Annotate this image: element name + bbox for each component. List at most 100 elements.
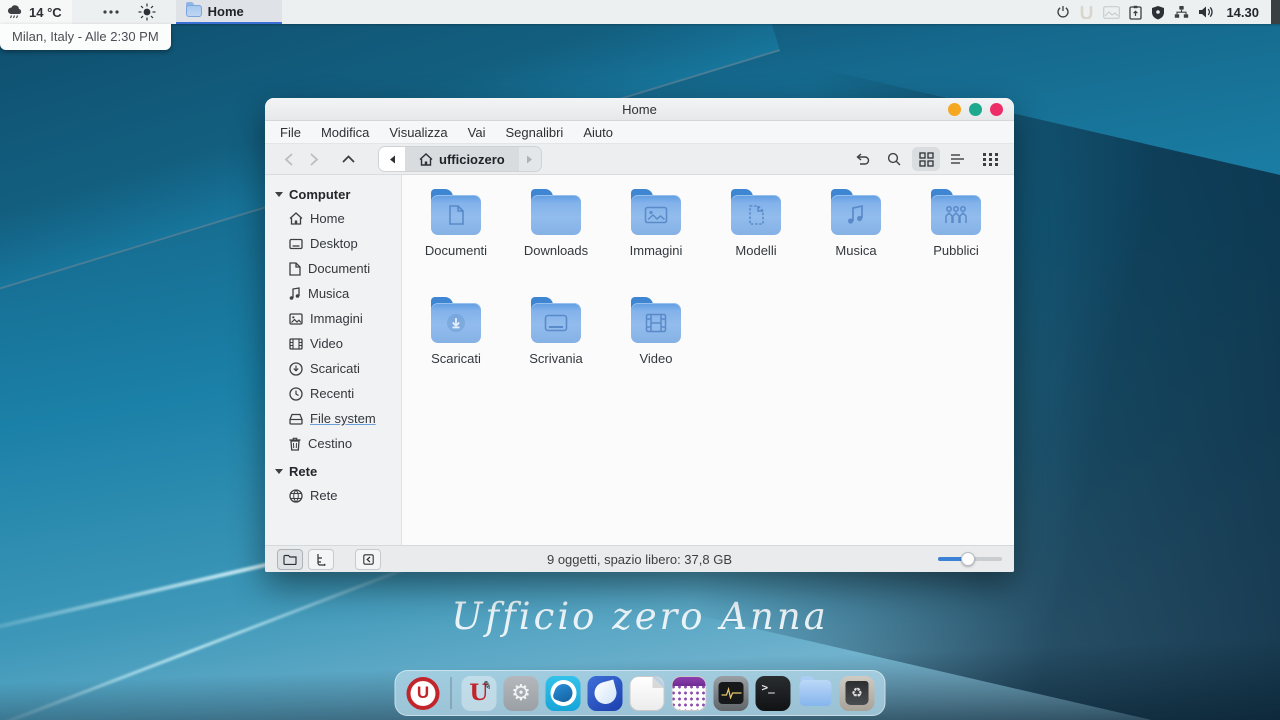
close-button[interactable] [990,103,1003,116]
top-panel: 14 °C Home 14.30 [0,0,1280,24]
menu-vai[interactable]: Vai [459,123,495,142]
back-button[interactable] [275,147,301,171]
menu-visualizza[interactable]: Visualizza [380,123,456,142]
breadcrumb-location-button[interactable]: ufficiozero [405,147,519,171]
terminal-prompt-icon: >_ [762,681,775,694]
menu-file[interactable]: File [271,123,310,142]
dock-mail[interactable] [588,676,623,711]
show-desktop-edge[interactable] [1271,0,1280,24]
dock-file-manager[interactable] [798,676,833,711]
compact-view-icon[interactable] [976,147,1004,171]
dock-calendar[interactable] [672,676,707,711]
people-glyph [943,205,969,225]
weather-tooltip: Milan, Italy - Alle 2:30 PM [0,24,171,50]
maximize-button[interactable] [969,103,982,116]
folder-icon [831,195,881,235]
icon-view-icon[interactable] [912,147,940,171]
system-tray: 14.30 [1056,5,1267,20]
dock-trash[interactable]: ♻ [840,676,875,711]
ufficiozero-tray-icon[interactable] [1079,5,1094,19]
folder-icon [631,303,681,343]
folder-view[interactable]: Documenti Downloads Immagini Modelli [402,175,1014,545]
menu-segnalibri[interactable]: Segnalibri [497,123,573,142]
zoom-slider[interactable] [938,557,1002,561]
reload-icon[interactable] [848,147,876,171]
network-icon[interactable] [1174,5,1189,19]
video-icon [289,338,303,350]
sidebar-section-rete[interactable]: Rete [265,460,401,483]
clipboard-icon[interactable] [1129,5,1142,20]
sidebar-item-scaricati[interactable]: Scaricati [265,356,401,381]
window-title: Home [265,102,1014,117]
folder-icon [531,303,581,343]
home-icon [289,212,303,225]
desktop-icon [289,238,303,250]
home-icon [419,153,433,166]
dock-ufficiozero-launcher[interactable]: U [406,676,441,711]
dock-browser[interactable] [546,676,581,711]
recycle-icon: ♻ [846,681,869,705]
film-glyph [645,313,667,333]
shield-icon[interactable] [1151,5,1165,20]
breadcrumb-scroll-right-button[interactable] [519,147,541,171]
dock-notes[interactable] [630,676,665,711]
zoom-slider-thumb[interactable] [961,552,975,566]
dock-system-monitor[interactable] [714,676,749,711]
sidebar-item-video[interactable]: Video [265,331,401,356]
sidebar-item-home[interactable]: Home [265,206,401,231]
folder-item-modelli[interactable]: Modelli [706,185,806,289]
folder-item-immagini[interactable]: Immagini [606,185,706,289]
brightness-icon[interactable] [134,0,160,24]
sidebar-item-rete[interactable]: Rete [265,483,401,508]
zoom-slider-fill [938,557,964,561]
drive-icon [289,413,303,425]
sidebar-item-recenti[interactable]: Recenti [265,381,401,406]
sidebar-item-desktop[interactable]: Desktop [265,231,401,256]
sidebar-item-musica[interactable]: Musica [265,281,401,306]
window-controls [948,103,1003,116]
volume-icon[interactable] [1198,5,1215,19]
list-view-icon[interactable] [944,147,972,171]
sidebar-item-immagini[interactable]: Immagini [265,306,401,331]
places-sidebar: Computer Home Desktop Documenti Musica I… [265,175,402,545]
folder-item-scrivania[interactable]: Scrivania [506,293,606,397]
up-button[interactable] [335,147,361,171]
rain-cloud-icon [6,5,24,20]
folder-icon [431,195,481,235]
breadcrumb-scroll-left-button[interactable] [379,147,405,171]
panel-clock[interactable]: 14.30 [1226,5,1259,20]
folder-item-scaricati[interactable]: Scaricati [406,293,506,397]
minimize-button[interactable] [948,103,961,116]
forward-button[interactable] [301,147,327,171]
ufficiozero-logo-icon: U [407,677,440,710]
sidebar-section-computer[interactable]: Computer [265,183,401,206]
folder-icon [431,303,481,343]
statusbar: 9 oggetti, spazio libero: 37,8 GB [265,545,1014,572]
trash-icon [289,437,301,451]
collapse-triangle-icon [275,192,283,197]
menu-aiuto[interactable]: Aiuto [574,123,622,142]
window-titlebar[interactable]: Home [265,98,1014,121]
dock-uz-editor[interactable]: U ✎ [462,676,497,711]
wallpaper-icon[interactable] [1103,6,1120,19]
gear-icon: ⚙ [511,680,531,706]
breadcrumb: ufficiozero [379,147,541,171]
document-glyph [446,204,466,226]
overflow-menu-icon[interactable] [98,0,124,24]
folder-item-pubblici[interactable]: Pubblici [906,185,1006,289]
image-icon [289,313,303,325]
dock-settings[interactable]: ⚙ [504,676,539,711]
sidebar-item-cestino[interactable]: Cestino [265,431,401,456]
taskbar-tab-home[interactable]: Home [176,0,282,24]
sidebar-item-file-system[interactable]: File system [265,406,401,431]
sidebar-item-documenti[interactable]: Documenti [265,256,401,281]
search-icon[interactable] [880,147,908,171]
power-icon[interactable] [1056,5,1070,19]
menu-modifica[interactable]: Modifica [312,123,378,142]
folder-item-video[interactable]: Video [606,293,706,397]
folder-item-downloads[interactable]: Downloads [506,185,606,289]
dock-terminal[interactable]: >_ [756,676,791,711]
folder-item-musica[interactable]: Musica [806,185,906,289]
folder-item-documenti[interactable]: Documenti [406,185,506,289]
weather-widget[interactable]: 14 °C [0,0,72,24]
